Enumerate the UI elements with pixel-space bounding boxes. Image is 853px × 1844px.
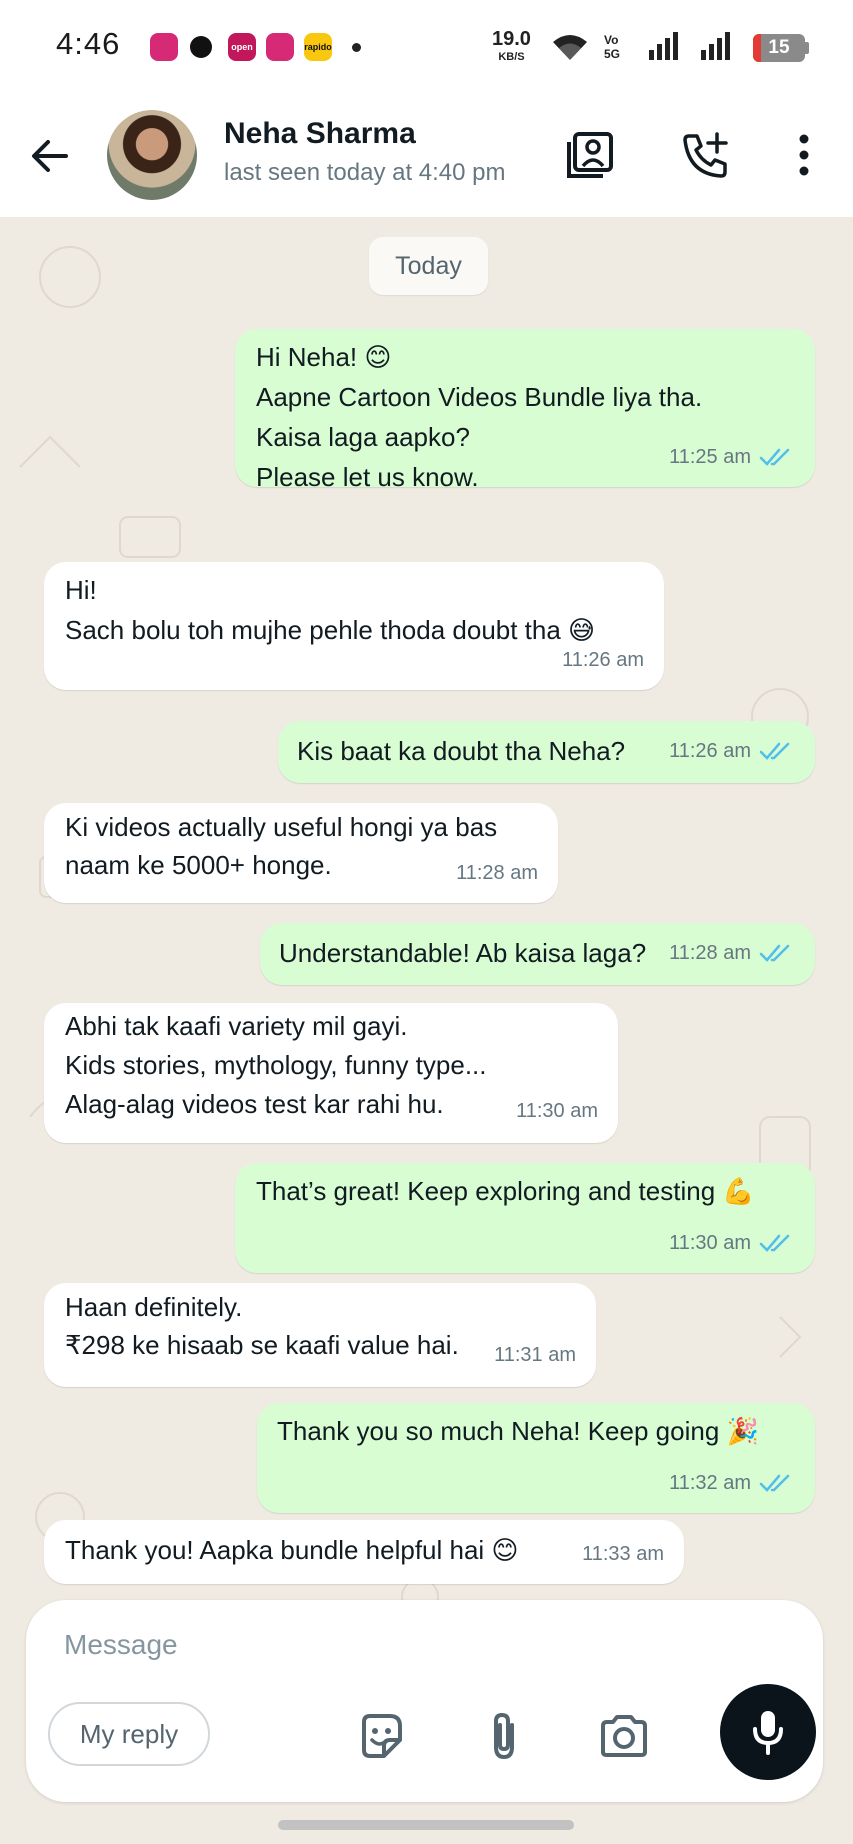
message-text: Hi! Sach bolu toh mujhe pehle thoda doub… — [65, 575, 596, 645]
sticker-icon — [362, 1714, 402, 1758]
message-composer: My reply — [26, 1600, 823, 1802]
add-call-button[interactable] — [676, 125, 736, 185]
read-receipt-icon — [759, 448, 790, 466]
message-input[interactable] — [64, 1620, 764, 1670]
message-time: 11:28 am — [456, 862, 538, 884]
contact-card-icon — [567, 132, 613, 178]
battery-level: 15 — [768, 37, 790, 58]
video-call-button[interactable] — [560, 125, 620, 185]
battery-tip — [805, 42, 809, 54]
contact-avatar[interactable] — [107, 110, 197, 200]
open-app-icon: open — [228, 33, 256, 61]
network-speed-value: 19.0 — [492, 28, 531, 50]
message-time: 11:31 am — [494, 1344, 576, 1366]
message-meta: 11:26 am — [562, 640, 644, 680]
message-time: 11:28 am — [669, 942, 751, 964]
message-text: Thank you so much Neha! Keep going 🎉 — [277, 1416, 759, 1446]
message-time: 11:30 am — [516, 1100, 598, 1122]
outgoing-message-bubble[interactable]: That’s great! Keep exploring and testing… — [235, 1163, 815, 1273]
microphone-icon — [753, 1711, 783, 1755]
wifi-icon — [553, 35, 587, 60]
incoming-message-bubble[interactable]: Thank you! Aapka bundle helpful hai 😊 11… — [44, 1520, 684, 1584]
incoming-message-bubble[interactable]: Haan definitely. ₹298 ke hisaab se kaafi… — [44, 1283, 596, 1387]
outgoing-message-bubble[interactable]: Understandable! Ab kaisa laga? 11:28 am — [260, 923, 815, 985]
back-button[interactable] — [24, 130, 76, 182]
message-time: 11:25 am — [669, 446, 751, 468]
outgoing-message-bubble[interactable]: Thank you so much Neha! Keep going 🎉 11:… — [257, 1403, 815, 1513]
read-receipt-icon — [759, 1234, 790, 1252]
message-time: 11:32 am — [669, 1472, 751, 1494]
more-notifications-dot — [352, 43, 361, 52]
paperclip-icon — [494, 1712, 514, 1760]
message-meta: 11:28 am — [669, 933, 793, 973]
chat-area[interactable]: Today Hi Neha! 😊 Aapne Cartoon Videos Bu… — [0, 217, 853, 1807]
volte-icon: Vo 5G — [604, 33, 621, 61]
instagram-icon — [266, 33, 294, 61]
message-meta: 11:26 am — [669, 731, 793, 771]
message-text: Understandable! Ab kaisa laga? — [279, 938, 647, 968]
message-text: Kis baat ka doubt tha Neha? — [297, 736, 626, 766]
voice-record-button[interactable] — [720, 1684, 816, 1780]
status-bar: 4:46 open rapido 19.0 KB/S Vo 5G 15 — [0, 0, 853, 95]
outgoing-message-bubble[interactable]: Hi Neha! 😊 Aapne Cartoon Videos Bundle l… — [235, 329, 815, 492]
back-arrow-icon — [32, 140, 68, 172]
incoming-message-bubble[interactable]: Abhi tak kaafi variety mil gayi. Kids st… — [44, 1003, 618, 1143]
sticker-button[interactable] — [352, 1708, 408, 1764]
read-receipt-icon — [759, 944, 790, 962]
network-speed: 19.0 KB/S — [492, 28, 531, 66]
incoming-message-bubble[interactable]: Hi! Sach bolu toh mujhe pehle thoda doub… — [44, 562, 664, 690]
contact-last-seen: last seen today at 4:40 pm — [224, 159, 506, 186]
network-speed-unit: KB/S — [498, 51, 525, 63]
message-meta: 11:32 am — [669, 1463, 793, 1503]
instagram-icon — [150, 33, 178, 61]
rapido-icon: rapido — [304, 33, 332, 61]
read-receipt-icon — [759, 742, 790, 760]
incoming-message-bubble[interactable]: Ki videos actually useful hongi ya bas n… — [44, 803, 558, 903]
message-text: Ki videos actually useful hongi ya bas n… — [65, 812, 498, 880]
message-meta: 11:33 am — [582, 1534, 664, 1574]
chat-header: Neha Sharma last seen today at 4:40 pm — [0, 95, 853, 217]
battery-icon: 15 — [753, 34, 805, 62]
message-text: Thank you! Aapka bundle helpful hai 😊 — [65, 1535, 519, 1565]
message-meta: 11:30 am — [516, 1091, 598, 1131]
message-time: 11:26 am — [669, 740, 751, 762]
phone-plus-icon — [683, 132, 728, 178]
camera-button[interactable] — [596, 1708, 652, 1764]
threads-icon — [190, 36, 212, 58]
contact-name[interactable]: Neha Sharma — [224, 117, 416, 151]
message-meta: 11:25 am — [669, 437, 793, 477]
kebab-menu-icon — [799, 134, 809, 176]
more-options-button[interactable] — [774, 125, 834, 185]
gesture-nav-bar[interactable] — [278, 1820, 574, 1830]
read-receipt-icon — [759, 1474, 790, 1492]
message-meta: 11:30 am — [669, 1223, 793, 1263]
date-separator: Today — [369, 237, 488, 295]
signal-strength-icon — [649, 32, 678, 60]
attach-button[interactable] — [476, 1708, 532, 1764]
message-meta: 11:31 am — [494, 1335, 576, 1375]
message-time: 11:26 am — [562, 649, 644, 671]
outgoing-message-bubble[interactable]: Kis baat ka doubt tha Neha? 11:26 am — [278, 721, 815, 783]
message-meta: 11:28 am — [456, 853, 538, 893]
message-time: 11:33 am — [582, 1543, 664, 1565]
my-reply-chip[interactable]: My reply — [48, 1702, 210, 1766]
message-time: 11:30 am — [669, 1232, 751, 1254]
message-text: Abhi tak kaafi variety mil gayi. Kids st… — [65, 1011, 487, 1119]
signal-strength-icon-2 — [701, 32, 730, 60]
message-text: That’s great! Keep exploring and testing… — [256, 1176, 755, 1206]
status-time: 4:46 — [56, 26, 121, 61]
message-text: Haan definitely. ₹298 ke hisaab se kaafi… — [65, 1292, 459, 1360]
message-text: Hi Neha! 😊 Aapne Cartoon Videos Bundle l… — [256, 342, 703, 492]
camera-icon — [601, 1715, 647, 1757]
